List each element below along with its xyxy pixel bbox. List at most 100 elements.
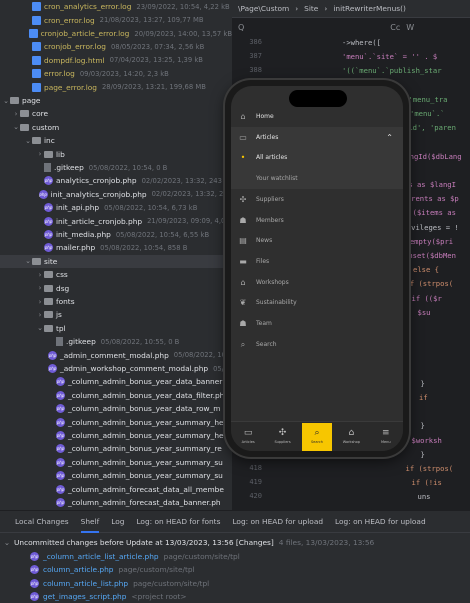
tree-row[interactable]: cronjob_error.log 08/05/2023, 07:34, 2,56… — [0, 40, 232, 54]
tree-row[interactable]: php _admin_workshop_comment_modal.php 05/0… — [0, 362, 232, 376]
tree-row[interactable]: php _column_admin_bonus_year_data_filter.… — [0, 389, 232, 403]
changelist-row[interactable]: ⌄ Uncommitted changes before Update at 1… — [0, 536, 470, 550]
code-line[interactable]: ->where([ — [342, 38, 381, 47]
tree-row[interactable]: › js — [0, 308, 232, 322]
menu-item-members[interactable]: ☗ Members — [231, 210, 403, 231]
code-line[interactable]: 'menu`.`site` = '' . $ — [342, 52, 437, 61]
tree-row[interactable]: php init_media.php 05/08/2022, 10:54, 6,55… — [0, 228, 232, 242]
menu-item-your-watchlist[interactable]: Your watchlist — [231, 168, 403, 190]
code-line[interactable]: $worksh — [412, 436, 442, 445]
tree-row[interactable]: ⌄ site — [0, 254, 232, 269]
tree-row[interactable]: php _column_admin_bonus_year_summary_he — [0, 415, 232, 429]
chevron-right-icon[interactable]: › — [12, 110, 20, 118]
tree-row[interactable]: php _column_admin_bonus_year_data_row_m — [0, 402, 232, 416]
code-line[interactable]: } — [421, 379, 425, 388]
tree-row[interactable]: .gitkeep 05/08/2022, 10:55, 0 B — [0, 335, 232, 349]
code-line[interactable]: if — [419, 393, 428, 402]
code-line[interactable]: else { — [413, 265, 439, 274]
vcs-tab[interactable]: Log: on HEAD for upload — [335, 517, 426, 526]
code-line[interactable]: '((`menu`.`publish_star — [342, 66, 442, 75]
menu-item-all-articles[interactable]: • All articles — [231, 147, 403, 169]
chevron-down-icon[interactable]: ⌄ — [24, 137, 32, 145]
menu-item-workshops[interactable]: ⌂ Workshops — [231, 272, 403, 293]
tree-row[interactable]: cron_error.log 21/08/2023, 13:27, 109,77 … — [0, 13, 232, 27]
code-line[interactable]: } — [421, 450, 425, 459]
tree-row[interactable]: php _column_admin_bonus_year_summary_su — [0, 456, 232, 470]
tree-row[interactable]: ⌄ inc — [0, 134, 232, 148]
menu-item-suppliers[interactable]: ✣ Suppliers — [231, 189, 403, 210]
tree-row[interactable]: php _column_admin_forecast_data_all_membe — [0, 482, 232, 496]
code-line[interactable]: } — [421, 421, 425, 430]
tree-row[interactable]: php _column_admin_bonus_year_summary_su — [0, 469, 232, 483]
menu-item-team[interactable]: ☗ Team — [231, 313, 403, 334]
chevron-down-icon[interactable]: ⌄ — [36, 324, 44, 332]
chevron-right-icon[interactable]: › — [36, 284, 44, 292]
code-line[interactable]: if (!is — [412, 478, 442, 487]
code-line[interactable]: uns — [418, 492, 431, 501]
tree-row[interactable]: php_admin_comment_modal.php 05/08/2022, 1… — [0, 348, 232, 362]
code-line[interactable]: 'menu`.` — [410, 109, 445, 118]
tree-row[interactable]: php mailer.php 05/08/2022, 10:54, 858 B — [0, 241, 232, 255]
chevron-right-icon[interactable]: › — [36, 150, 44, 158]
tree-row[interactable]: › dsg — [0, 281, 232, 295]
tree-row[interactable]: dompdf.log.html 07/04/2023, 13:25, 1,39 k… — [0, 54, 232, 68]
vcs-tab[interactable]: Log: on HEAD for fonts — [136, 517, 220, 526]
whole-word-button[interactable]: W — [406, 23, 414, 32]
menu-item-home[interactable]: ⌂ Home — [231, 106, 403, 127]
menu-item-articles[interactable]: ▭ Articles ⌃ — [231, 126, 403, 148]
tree-row[interactable]: .gitkeep 05/08/2022, 10:54, 0 B — [0, 161, 232, 175]
code-line[interactable]: if (strpos( — [406, 279, 454, 288]
tree-row[interactable]: php _column_admin_bonus_year_summary_re — [0, 442, 232, 456]
bottom-nav-search[interactable]: ⌕ Search — [301, 422, 332, 451]
menu-item-search[interactable]: ⌕ Search — [231, 334, 403, 355]
code-line[interactable]: us as $langI — [404, 180, 456, 189]
tree-row[interactable]: php init_analytics_cronjob.php 02/02/2023,… — [0, 188, 232, 202]
code-line[interactable]: rivileges = ! — [403, 223, 459, 232]
tree-row[interactable]: error.log 09/03/2023, 14:20, 2,3 kB — [0, 67, 232, 81]
chevron-right-icon[interactable]: › — [36, 298, 44, 306]
tree-row[interactable]: php analytics_cronjob.php 02/02/2023, 13:3… — [0, 174, 232, 188]
code-line[interactable]: langId($dbLang — [401, 152, 462, 161]
tree-row[interactable]: › css — [0, 268, 232, 282]
tree-row[interactable]: php init_api.php 05/08/2022, 10:54, 6,73 k… — [0, 201, 232, 215]
tree-row[interactable]: ⌄ custom — [0, 121, 232, 135]
tree-row[interactable]: php _column_admin_forecast_data_banner.ph — [0, 496, 232, 510]
changelist-file[interactable]: php column_article.php page/custom/site/tp… — [0, 563, 470, 577]
tree-row[interactable]: php _column_admin_bonus_year_summary_he — [0, 429, 232, 443]
menu-item-sustainability[interactable]: ❦ Sustainability — [231, 292, 403, 313]
tree-row[interactable]: page_error.log 28/09/2023, 13:21, 199,68 … — [0, 80, 232, 94]
code-line[interactable]: $su — [418, 308, 431, 317]
bottom-nav-workshop[interactable]: ⌂ Workshop — [336, 423, 366, 451]
tree-row[interactable]: php _column_admin_bonus_year_data_banner — [0, 375, 232, 389]
tree-row[interactable]: › fonts — [0, 295, 232, 309]
tree-row[interactable]: cron_analytics_error.log 23/09/2022, 10:5… — [0, 0, 232, 14]
bottom-nav-menu[interactable]: ≡ Menu — [371, 423, 401, 451]
breadcrumb-item-1[interactable]: \Page\Custom — [238, 4, 289, 13]
changelist-file[interactable]: php column_article_list.php page/custom/si… — [0, 576, 470, 590]
code-line[interactable]: unset($dbMen — [404, 251, 456, 260]
menu-item-news[interactable]: ▤ News — [231, 230, 403, 251]
match-case-button[interactable]: Cc — [390, 23, 400, 32]
search-icon[interactable]: Q — [238, 23, 244, 32]
code-line[interactable]: _id', 'paren — [404, 123, 456, 132]
chevron-down-icon[interactable]: ⌄ — [0, 538, 14, 547]
code-line[interactable]: if (strpos( — [406, 464, 454, 473]
vcs-tab[interactable]: Shelf — [80, 517, 100, 533]
chevron-down-icon[interactable]: ⌄ — [12, 123, 20, 131]
chevron-down-icon[interactable]: ⌄ — [24, 257, 32, 265]
breadcrumb-item-3[interactable]: initRewriterMenus() — [333, 4, 406, 13]
tree-row[interactable]: cronjob_article_error.log 20/09/2023, 14:… — [0, 27, 232, 41]
menu-item-files[interactable]: ▬ Files — [231, 251, 403, 272]
tree-row[interactable]: › core — [0, 107, 232, 121]
chevron-right-icon[interactable]: › — [36, 271, 44, 279]
changelist-file[interactable]: php _column_article_list_article.php page/… — [0, 550, 470, 564]
breadcrumb-item-2[interactable]: Site — [304, 4, 318, 13]
chevron-down-icon[interactable]: ⌄ — [2, 97, 10, 105]
bottom-nav-suppliers[interactable]: ✣ Suppliers — [268, 423, 298, 451]
vcs-tab[interactable]: Log — [111, 517, 124, 526]
vcs-tab[interactable]: Local Changes — [15, 517, 69, 526]
code-line[interactable]: parents as $p — [403, 194, 459, 203]
vcs-tab[interactable]: Log: on HEAD for upload — [232, 517, 323, 526]
chevron-up-icon[interactable]: ⌃ — [386, 133, 393, 142]
code-line[interactable]: if (($r — [412, 294, 442, 303]
